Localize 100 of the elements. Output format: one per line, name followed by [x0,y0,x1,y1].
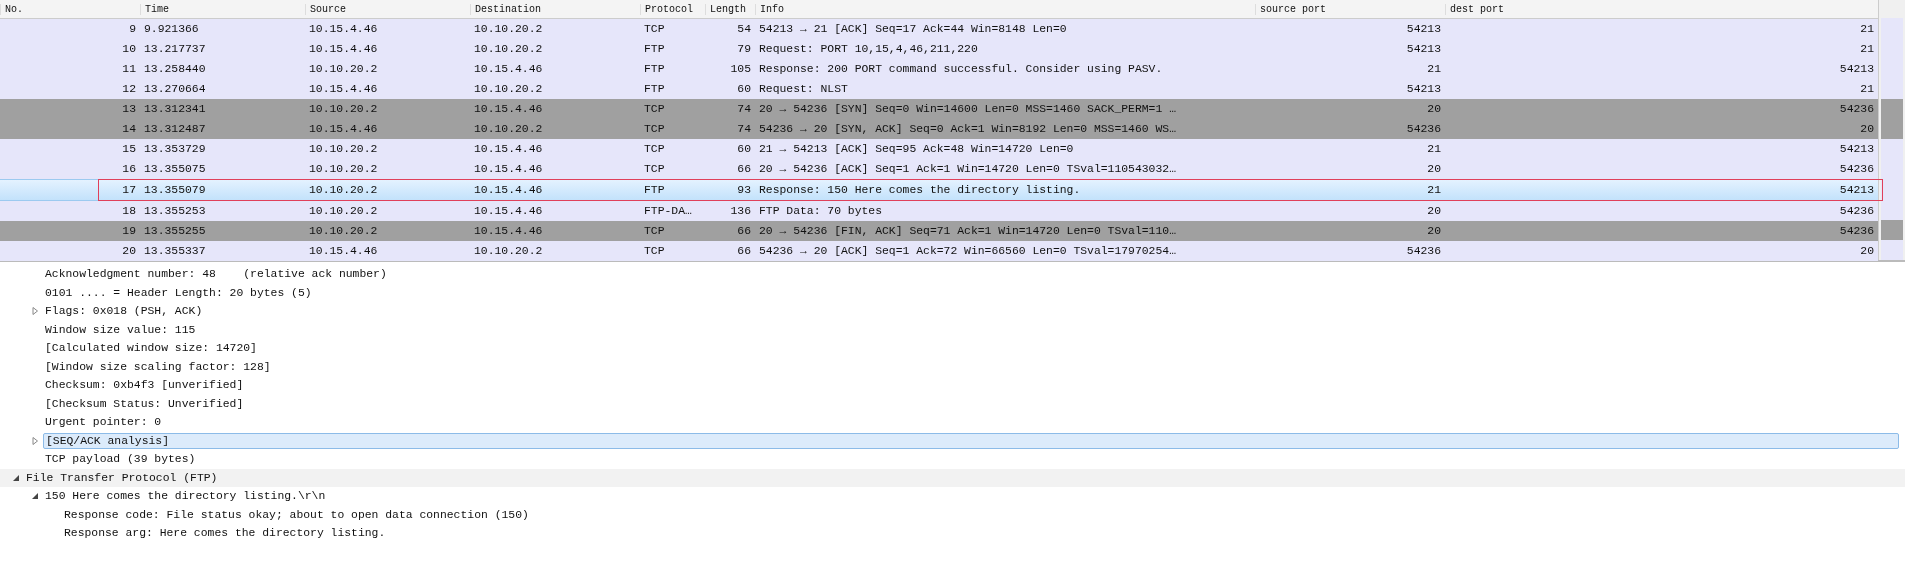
packet-row[interactable]: 18 13.355253 10.10.20.2 10.15.4.46 FTP-DA… 136 FTP Data: 70 bytes 20 54236 [0,201,1878,221]
table-cell: 10.10.20.2 [309,103,378,115]
column-header[interactable]: No. [0,3,140,15]
packet-row[interactable]: 12 13.270664 10.15.4.46 10.10.20.2 FTP 60 Request: NLST 54213 21 [0,79,1878,99]
table-cell: 10.15.4.46 [474,205,543,217]
scrollbar-drawing[interactable] [1878,0,1905,260]
table-cell: FTP Data: 70 bytes [759,205,883,217]
tree-item[interactable]: Acknowledgment number: 48 (relative ack number) [43,267,389,282]
table-cell: 10.10.20.2 [309,225,378,237]
table-cell: 20 → 54236 [SYN] Seq=0 Win=14600 Len=0 MSS=1460 SACK_PERM=1 … [759,103,1176,115]
table-cell: 10.15.4.46 [474,63,543,75]
table-cell: 21 [1427,184,1441,196]
table-cell: 54 [737,23,751,35]
table-cell: 54236 [1406,245,1441,257]
table-cell: 13.270664 [144,83,206,95]
table-cell: 10.15.4.46 [309,43,378,55]
table-cell: 13.258440 [144,63,206,75]
tree-item[interactable]: 0101 .... = Header Length: 20 bytes (5) [43,285,314,300]
table-cell: 20 [122,245,136,257]
tree-item[interactable]: File Transfer Protocol (FTP) [24,470,220,485]
table-cell: 14 [122,123,136,135]
collapsed-triangle-icon[interactable] [31,436,39,445]
table-cell: 19 [122,225,136,237]
table-cell: 54236 → 20 [SYN, ACK] Seq=0 Ack=1 Win=8192 Len=0 MSS=1460 WS… [759,123,1176,135]
column-header[interactable]: Source [305,3,470,15]
table-cell: 136 [730,205,751,217]
column-header[interactable]: Info [755,3,1255,15]
tree-item[interactable]: Flags: 0x018 (PSH, ACK) [43,304,205,319]
table-cell: 10.15.4.46 [474,163,543,175]
table-cell: 105 [730,63,751,75]
table-cell: 54213 → 21 [ACK] Seq=17 Ack=44 Win=8148 Len=0 [759,23,1067,35]
table-cell: 54236 [1406,123,1441,135]
table-cell: TCP [644,23,665,35]
expanded-triangle-icon[interactable] [31,492,39,501]
table-cell: 13.355253 [144,205,206,217]
table-cell: 54236 [1839,225,1874,237]
tree-item[interactable]: Response code: File status okay; about to open data connection (150) [62,507,531,522]
tree-item[interactable]: [SEQ/ACK analysis] [43,432,1899,449]
tree-item[interactable]: Window size value: 115 [43,322,198,337]
column-header[interactable]: Destination [470,3,640,15]
table-cell: 79 [737,43,751,55]
packet-row[interactable]: 14 13.312487 10.15.4.46 10.10.20.2 TCP 74 54236 → 20 [SYN, ACK] Seq=0 Ack=1 Win=8192 Len=0 MSS=1460 WS… 54236 20 [0,119,1878,139]
table-cell: 54236 [1839,205,1874,217]
expanded-triangle-icon[interactable] [12,473,20,482]
tree-item[interactable]: Urgent pointer: 0 [43,415,164,430]
packet-row[interactable]: 13 13.312341 10.10.20.2 10.15.4.46 TCP 74 20 → 54236 [SYN] Seq=0 Win=14600 Len=0 MSS=1460 SACK_PERM=1 … 20 54236 [0,99,1878,119]
table-cell: 10.10.20.2 [309,184,378,196]
tree-item[interactable]: Checksum: 0xb4f3 [unverified] [43,378,246,393]
table-cell: 13.355075 [144,163,206,175]
tree-item[interactable]: TCP payload (39 bytes) [43,452,198,467]
packet-row[interactable]: 20 13.355337 10.15.4.46 10.10.20.2 TCP 66 54236 → 20 [ACK] Seq=1 Ack=72 Win=66560 Len=0 TSval=17970254… 54236 20 [0,241,1878,261]
column-header[interactable]: Time [140,3,305,15]
tree-item[interactable]: Response arg: Here comes the directory listing. [62,526,388,541]
table-cell: 10.10.20.2 [309,205,378,217]
packet-row[interactable]: 16 13.355075 10.10.20.2 10.15.4.46 TCP 66 20 → 54236 [ACK] Seq=1 Ack=1 Win=14720 Len=0 TSval=110543032… 20 54236 [0,159,1878,179]
table-cell: 21 [1427,63,1441,75]
table-cell: 12 [122,83,136,95]
table-cell: FTP [644,83,665,95]
table-cell: 93 [737,184,751,196]
table-cell: 66 [737,245,751,257]
table-cell: 10 [122,43,136,55]
table-cell: 9 [129,23,136,35]
table-cell: 10.15.4.46 [474,103,543,115]
tree-item[interactable]: 150 Here comes the directory listing.\r\n [43,489,328,504]
table-cell: 16 [122,163,136,175]
table-cell: 54213 [1839,184,1874,196]
table-cell: 20 [1427,163,1441,175]
table-cell: 13.312341 [144,103,206,115]
tree-item[interactable]: [Window size scaling factor: 128] [43,359,273,374]
packet-row[interactable]: 15 13.353729 10.10.20.2 10.15.4.46 TCP 60 21 → 54213 [ACK] Seq=95 Ack=48 Win=14720 Len=0 21 54213 [0,139,1878,159]
table-cell: 17 [122,184,136,196]
table-cell: 10.10.20.2 [474,43,543,55]
table-cell: 20 [1427,103,1441,115]
table-cell: 54213 [1839,63,1874,75]
table-cell: 21 [1860,23,1874,35]
table-cell: 54236 → 20 [ACK] Seq=1 Ack=72 Win=66560 Len=0 TSval=17970254… [759,245,1176,257]
table-cell: 54236 [1839,163,1874,175]
table-cell: 11 [122,63,136,75]
table-cell: TCP [644,143,665,155]
table-cell: 10.15.4.46 [309,245,378,257]
table-cell: 20 → 54236 [ACK] Seq=1 Ack=1 Win=14720 Len=0 TSval=110543032… [759,163,1176,175]
table-cell: TCP [644,103,665,115]
table-cell: 10.15.4.46 [474,143,543,155]
table-cell: 20 [1860,245,1874,257]
table-cell: 54213 [1839,143,1874,155]
tree-item[interactable]: [Calculated window size: 14720] [43,341,259,356]
packet-row[interactable]: 11 13.258440 10.10.20.2 10.15.4.46 FTP 105 Response: 200 PORT command successful. Consider using PASV. 21 54213 [0,59,1878,79]
collapsed-triangle-icon[interactable] [31,307,39,316]
table-cell: 10.15.4.46 [309,23,378,35]
packet-row[interactable]: 10 13.217737 10.15.4.46 10.10.20.2 FTP 79 Request: PORT 10,15,4,46,211,220 54213 21 [0,39,1878,59]
table-cell: Response: 150 Here comes the directory listing. [759,184,1081,196]
column-header[interactable]: Protocol [640,3,705,15]
tree-item[interactable]: [Checksum Status: Unverified] [43,396,246,411]
column-header[interactable]: source port [1255,3,1445,15]
packet-row[interactable]: 9 9.921366 10.15.4.46 10.10.20.2 TCP 54 54213 → 21 [ACK] Seq=17 Ack=44 Win=8148 Len=0 54213 21 [0,19,1878,39]
column-header[interactable]: Length [705,3,755,15]
table-cell: 54213 [1406,83,1441,95]
table-cell: Request: NLST [759,83,848,95]
packet-row[interactable]: 19 13.355255 10.10.20.2 10.15.4.46 TCP 66 20 → 54236 [FIN, ACK] Seq=71 Ack=1 Win=14720 Len=0 TSval=110… 20 54236 [0,221,1878,241]
table-cell: 20 [1860,123,1874,135]
